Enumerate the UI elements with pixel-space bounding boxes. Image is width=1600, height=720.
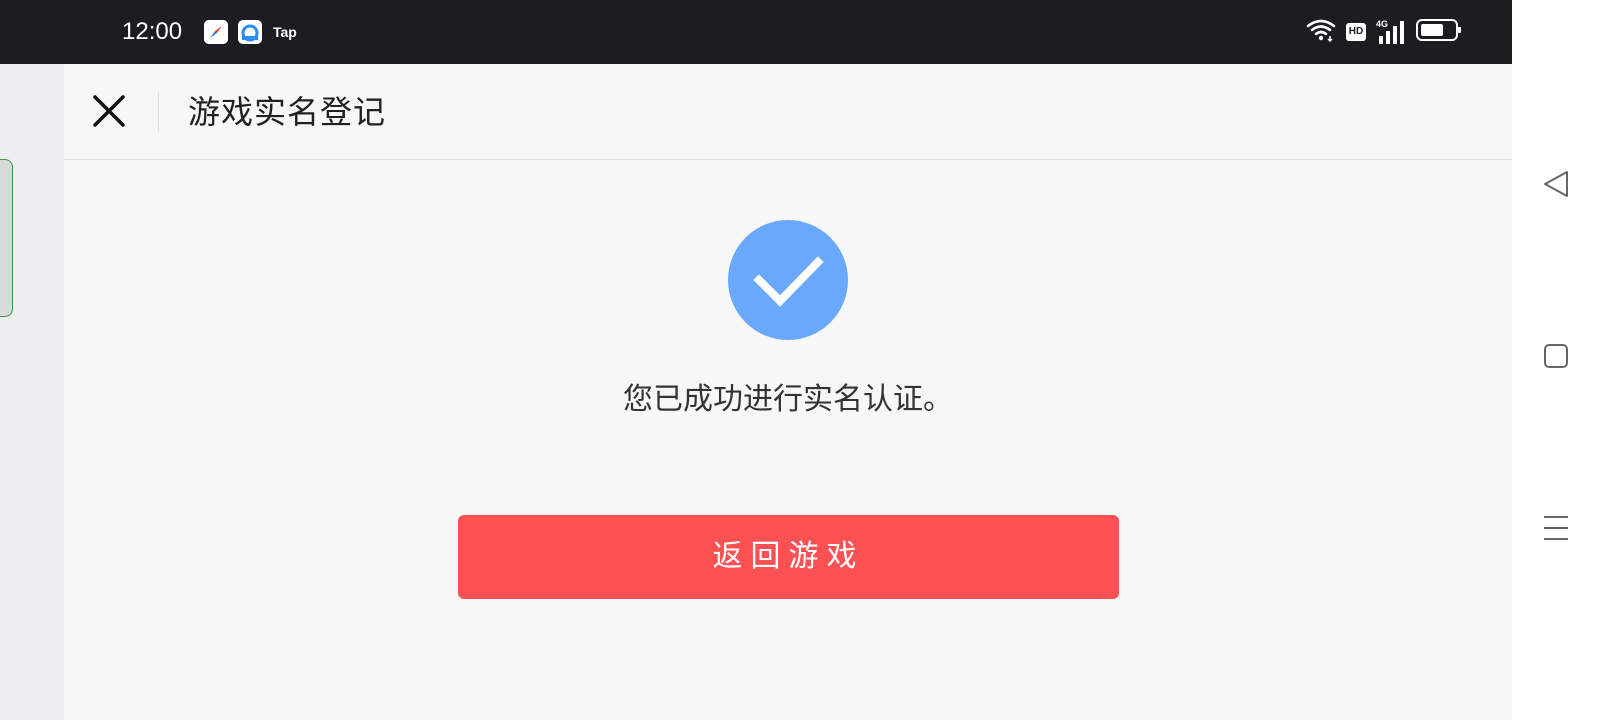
- success-message: 您已成功进行实名认证。: [623, 382, 953, 417]
- check-circle-icon: [728, 220, 848, 340]
- return-to-game-button[interactable]: 返回游戏: [458, 515, 1119, 599]
- close-button[interactable]: [88, 90, 130, 132]
- home-button[interactable]: [1532, 332, 1580, 380]
- hd-badge: HD: [1346, 23, 1366, 41]
- cloud-icon: [238, 20, 262, 44]
- menu-icon: [1544, 516, 1568, 540]
- tap-icon: Tap: [273, 24, 297, 40]
- menu-button[interactable]: [1532, 504, 1580, 552]
- webview: 游戏实名登记 您已成功进行实名认证。 返回游戏: [64, 64, 1512, 720]
- navigation-bar: [1512, 0, 1600, 720]
- compass-icon: [204, 20, 228, 44]
- side-drawer-handle[interactable]: [0, 159, 13, 317]
- battery-icon: [1416, 18, 1462, 46]
- page-title: 游戏实名登记: [188, 93, 387, 131]
- screen: 12:00 Tap HD 4G 游戏实名登记 您已成功进行实名认证。 返回游戏: [0, 0, 1600, 720]
- signal-icon: 4G: [1376, 20, 1406, 44]
- home-icon: [1544, 344, 1568, 368]
- back-button[interactable]: [1532, 160, 1580, 208]
- left-edge-strip: [0, 64, 64, 720]
- status-time: 12:00: [122, 18, 183, 45]
- header: 游戏实名登记: [64, 64, 1512, 160]
- status-bar: 12:00 Tap HD 4G: [0, 0, 1512, 64]
- status-indicators: HD 4G: [1306, 18, 1462, 46]
- wifi-icon: [1306, 18, 1336, 46]
- back-icon: [1544, 171, 1568, 197]
- header-divider: [158, 92, 159, 132]
- close-icon: [93, 95, 125, 127]
